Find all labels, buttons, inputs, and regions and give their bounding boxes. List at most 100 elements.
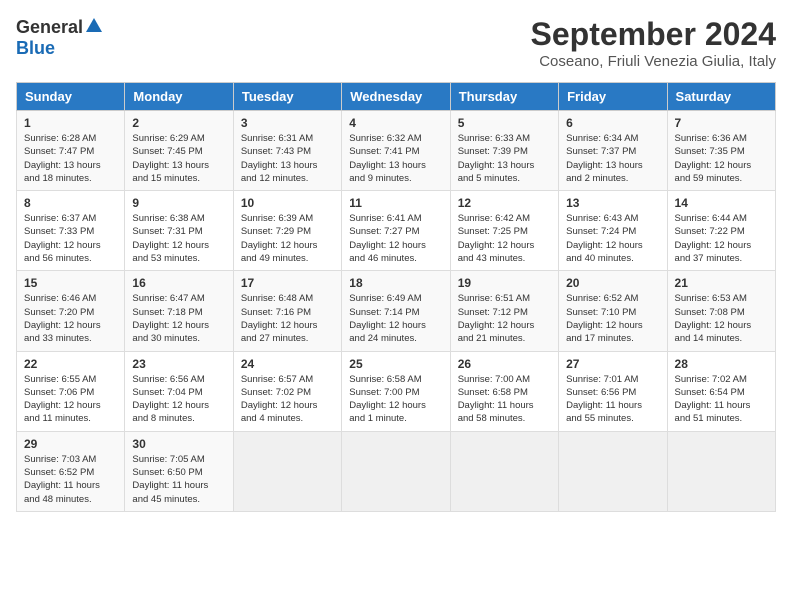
day-number: 7	[675, 116, 768, 130]
calendar-cell: 21Sunrise: 6:53 AMSunset: 7:08 PMDayligh…	[667, 271, 775, 351]
cell-details: Sunrise: 6:48 AMSunset: 7:16 PMDaylight:…	[241, 293, 318, 344]
cell-details: Sunrise: 6:37 AMSunset: 7:33 PMDaylight:…	[24, 213, 101, 264]
calendar-week-4: 22 Sunrise: 6:55 AMSunset: 7:06 PMDayligh…	[17, 351, 776, 431]
cell-details: Sunrise: 6:51 AMSunset: 7:12 PMDaylight:…	[458, 293, 535, 344]
cell-details: Sunrise: 6:43 AMSunset: 7:24 PMDaylight:…	[566, 213, 643, 264]
day-number: 30	[132, 437, 225, 451]
logo-triangle-icon	[85, 16, 103, 39]
cell-details: Sunrise: 6:52 AMSunset: 7:10 PMDaylight:…	[566, 293, 643, 344]
day-number: 13	[566, 196, 659, 210]
calendar-cell: 3 Sunrise: 6:31 AMSunset: 7:43 PMDaylight…	[233, 111, 341, 191]
day-number: 26	[458, 357, 551, 371]
calendar-cell	[342, 431, 450, 511]
day-number: 15	[24, 276, 117, 290]
header-friday: Friday	[559, 83, 667, 111]
cell-details: Sunrise: 6:42 AMSunset: 7:25 PMDaylight:…	[458, 213, 535, 264]
day-number: 20	[566, 276, 659, 290]
day-number: 11	[349, 196, 442, 210]
day-number: 27	[566, 357, 659, 371]
calendar-cell: 8 Sunrise: 6:37 AMSunset: 7:33 PMDaylight…	[17, 191, 125, 271]
day-number: 8	[24, 196, 117, 210]
cell-details: Sunrise: 6:29 AMSunset: 7:45 PMDaylight:…	[132, 133, 209, 184]
header-sunday: Sunday	[17, 83, 125, 111]
calendar-cell: 29Sunrise: 7:03 AMSunset: 6:52 PMDayligh…	[17, 431, 125, 511]
calendar-cell: 25Sunrise: 6:58 AMSunset: 7:00 PMDayligh…	[342, 351, 450, 431]
header-thursday: Thursday	[450, 83, 558, 111]
cell-details: Sunrise: 6:36 AMSunset: 7:35 PMDaylight:…	[675, 133, 752, 184]
calendar-cell: 26 Sunrise: 7:00 AMSunset: 6:58 PMDayligh…	[450, 351, 558, 431]
calendar-week-3: 15 Sunrise: 6:46 AMSunset: 7:20 PMDayligh…	[17, 271, 776, 351]
calendar-cell: 20 Sunrise: 6:52 AMSunset: 7:10 PMDayligh…	[559, 271, 667, 351]
header-monday: Monday	[125, 83, 233, 111]
calendar-cell: 14 Sunrise: 6:44 AMSunset: 7:22 PMDayligh…	[667, 191, 775, 271]
calendar-cell: 28 Sunrise: 7:02 AMSunset: 6:54 PMDayligh…	[667, 351, 775, 431]
day-number: 10	[241, 196, 334, 210]
title-area: September 2024 Coseano, Friuli Venezia G…	[531, 16, 776, 70]
day-number: 22	[24, 357, 117, 371]
day-number: 17	[241, 276, 334, 290]
calendar-cell: 4Sunrise: 6:32 AMSunset: 7:41 PMDaylight…	[342, 111, 450, 191]
calendar-cell	[233, 431, 341, 511]
cell-details: Sunrise: 6:38 AMSunset: 7:31 PMDaylight:…	[132, 213, 209, 264]
cell-details: Sunrise: 6:28 AMSunset: 7:47 PMDaylight:…	[24, 133, 101, 184]
calendar-cell: 9 Sunrise: 6:38 AMSunset: 7:31 PMDaylight…	[125, 191, 233, 271]
day-number: 9	[132, 196, 225, 210]
calendar-cell: 30 Sunrise: 7:05 AMSunset: 6:50 PMDayligh…	[125, 431, 233, 511]
day-number: 29	[24, 437, 117, 451]
cell-details: Sunrise: 6:57 AMSunset: 7:02 PMDaylight:…	[241, 374, 318, 425]
cell-details: Sunrise: 6:44 AMSunset: 7:22 PMDaylight:…	[675, 213, 752, 264]
calendar-header-row: Sunday Monday Tuesday Wednesday Thursday…	[17, 83, 776, 111]
cell-details: Sunrise: 6:58 AMSunset: 7:00 PMDaylight:…	[349, 374, 426, 425]
cell-details: Sunrise: 6:55 AMSunset: 7:06 PMDaylight:…	[24, 374, 101, 425]
cell-details: Sunrise: 6:33 AMSunset: 7:39 PMDaylight:…	[458, 133, 535, 184]
calendar-cell	[450, 431, 558, 511]
calendar-cell: 13 Sunrise: 6:43 AMSunset: 7:24 PMDayligh…	[559, 191, 667, 271]
day-number: 23	[132, 357, 225, 371]
header-saturday: Saturday	[667, 83, 775, 111]
calendar-cell: 19 Sunrise: 6:51 AMSunset: 7:12 PMDayligh…	[450, 271, 558, 351]
cell-details: Sunrise: 7:00 AMSunset: 6:58 PMDaylight:…	[458, 374, 534, 425]
header: General Blue September 2024 Coseano, Fri…	[16, 16, 776, 70]
calendar-cell	[667, 431, 775, 511]
day-number: 24	[241, 357, 334, 371]
calendar-week-5: 29Sunrise: 7:03 AMSunset: 6:52 PMDayligh…	[17, 431, 776, 511]
day-number: 5	[458, 116, 551, 130]
cell-details: Sunrise: 6:56 AMSunset: 7:04 PMDaylight:…	[132, 374, 209, 425]
calendar-cell: 7 Sunrise: 6:36 AMSunset: 7:35 PMDaylight…	[667, 111, 775, 191]
header-tuesday: Tuesday	[233, 83, 341, 111]
logo-blue-text: Blue	[16, 38, 55, 58]
cell-details: Sunrise: 6:46 AMSunset: 7:20 PMDaylight:…	[24, 293, 101, 344]
calendar-cell: 22 Sunrise: 6:55 AMSunset: 7:06 PMDayligh…	[17, 351, 125, 431]
day-number: 4	[349, 116, 442, 130]
day-number: 28	[675, 357, 768, 371]
day-number: 19	[458, 276, 551, 290]
calendar-cell: 23 Sunrise: 6:56 AMSunset: 7:04 PMDayligh…	[125, 351, 233, 431]
month-title: September 2024	[531, 16, 776, 53]
day-number: 6	[566, 116, 659, 130]
logo-general-text: General	[16, 18, 83, 38]
cell-details: Sunrise: 7:02 AMSunset: 6:54 PMDaylight:…	[675, 374, 751, 425]
calendar-cell: 16Sunrise: 6:47 AMSunset: 7:18 PMDayligh…	[125, 271, 233, 351]
calendar-week-1: 1Sunrise: 6:28 AMSunset: 7:47 PMDaylight…	[17, 111, 776, 191]
calendar-cell	[559, 431, 667, 511]
cell-details: Sunrise: 7:05 AMSunset: 6:50 PMDaylight:…	[132, 454, 208, 505]
calendar-week-2: 8 Sunrise: 6:37 AMSunset: 7:33 PMDaylight…	[17, 191, 776, 271]
calendar-cell: 12 Sunrise: 6:42 AMSunset: 7:25 PMDayligh…	[450, 191, 558, 271]
cell-details: Sunrise: 6:31 AMSunset: 7:43 PMDaylight:…	[241, 133, 318, 184]
calendar-cell: 24 Sunrise: 6:57 AMSunset: 7:02 PMDayligh…	[233, 351, 341, 431]
calendar-cell: 10Sunrise: 6:39 AMSunset: 7:29 PMDayligh…	[233, 191, 341, 271]
calendar-cell: 17 Sunrise: 6:48 AMSunset: 7:16 PMDayligh…	[233, 271, 341, 351]
cell-details: Sunrise: 6:34 AMSunset: 7:37 PMDaylight:…	[566, 133, 643, 184]
location-title: Coseano, Friuli Venezia Giulia, Italy	[531, 53, 776, 70]
day-number: 14	[675, 196, 768, 210]
day-number: 12	[458, 196, 551, 210]
cell-details: Sunrise: 6:47 AMSunset: 7:18 PMDaylight:…	[132, 293, 209, 344]
calendar-cell: 18Sunrise: 6:49 AMSunset: 7:14 PMDayligh…	[342, 271, 450, 351]
calendar-cell: 27Sunrise: 7:01 AMSunset: 6:56 PMDayligh…	[559, 351, 667, 431]
day-number: 3	[241, 116, 334, 130]
day-number: 2	[132, 116, 225, 130]
calendar-cell: 15 Sunrise: 6:46 AMSunset: 7:20 PMDayligh…	[17, 271, 125, 351]
calendar-cell: 1Sunrise: 6:28 AMSunset: 7:47 PMDaylight…	[17, 111, 125, 191]
cell-details: Sunrise: 6:41 AMSunset: 7:27 PMDaylight:…	[349, 213, 426, 264]
calendar-cell: 6 Sunrise: 6:34 AMSunset: 7:37 PMDaylight…	[559, 111, 667, 191]
